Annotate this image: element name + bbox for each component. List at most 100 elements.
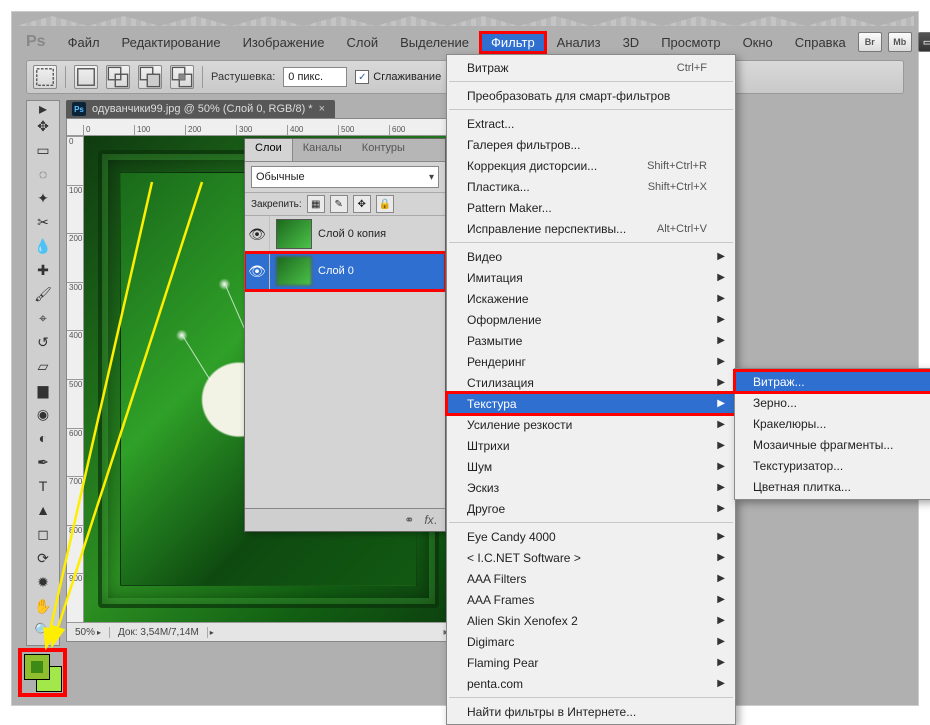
tool-marquee[interactable]: ▭: [31, 139, 55, 161]
layer-fx-icon[interactable]: fx.: [424, 513, 437, 527]
tool-preset-icon[interactable]: [33, 65, 57, 89]
blend-mode-select[interactable]: Обычные: [251, 166, 439, 188]
tool-blur[interactable]: ◉: [31, 403, 55, 425]
screen-mode-button[interactable]: ▭▾: [918, 32, 930, 52]
filter-item[interactable]: Имитация▶: [447, 267, 735, 288]
intersect-selection-icon[interactable]: [170, 65, 194, 89]
layer-name[interactable]: Слой 0: [318, 265, 354, 277]
submenu-item[interactable]: Кракелюры...: [735, 413, 930, 434]
filter-item[interactable]: Эскиз▶: [447, 477, 735, 498]
menu-редактирование[interactable]: Редактирование: [112, 33, 231, 52]
filter-item[interactable]: Размытие▶: [447, 330, 735, 351]
tool-dodge[interactable]: ◐: [31, 427, 55, 449]
submenu-item[interactable]: Цветная плитка...: [735, 476, 930, 497]
visibility-eye-icon[interactable]: 👁: [245, 253, 270, 289]
submenu-item[interactable]: Зерно...: [735, 392, 930, 413]
link-layers-icon[interactable]: ⚭: [404, 513, 414, 527]
visibility-eye-icon[interactable]: 👁: [245, 216, 270, 252]
filter-item[interactable]: Исправление перспективы...Alt+Ctrl+V: [447, 218, 735, 239]
filter-item[interactable]: AAA Filters▶: [447, 568, 735, 589]
antialias-checkbox[interactable]: ✓ Сглаживание: [355, 70, 441, 84]
tool-crop[interactable]: ✂: [31, 211, 55, 233]
zoom-level[interactable]: 50%▸: [67, 627, 110, 638]
filter-item[interactable]: Digimarc▶: [447, 631, 735, 652]
submenu-item[interactable]: Текстуризатор...: [735, 455, 930, 476]
layers-tab-2[interactable]: Контуры: [352, 139, 415, 161]
tool-eraser[interactable]: ▱: [31, 355, 55, 377]
filter-item[interactable]: Другое▶: [447, 498, 735, 519]
filter-item[interactable]: penta.com▶: [447, 673, 735, 694]
menu-фильтр[interactable]: Фильтр: [481, 33, 545, 52]
tool-zoom[interactable]: 🔍: [31, 619, 55, 641]
layer-row[interactable]: 👁 Слой 0 копия: [245, 216, 445, 253]
lock-all-icon[interactable]: 🔒: [376, 195, 394, 213]
filter-item[interactable]: Шум▶: [447, 456, 735, 477]
layer-thumbnail[interactable]: [276, 219, 312, 249]
filter-item[interactable]: Штрихи▶: [447, 435, 735, 456]
filter-item[interactable]: Flaming Pear▶: [447, 652, 735, 673]
filter-item[interactable]: < I.C.NET Software >▶: [447, 547, 735, 568]
toolbox-grip[interactable]: ▸: [31, 105, 55, 113]
menu-файл[interactable]: Файл: [58, 33, 110, 52]
menu-выделение[interactable]: Выделение: [390, 33, 479, 52]
tool-healing[interactable]: ✚: [31, 259, 55, 281]
filter-item[interactable]: Рендеринг▶: [447, 351, 735, 372]
tool-path-select[interactable]: ▲: [31, 499, 55, 521]
layers-tab-1[interactable]: Каналы: [293, 139, 352, 161]
filter-item[interactable]: Eye Candy 4000▶: [447, 526, 735, 547]
submenu-item[interactable]: Мозаичные фрагменты...: [735, 434, 930, 455]
filter-item[interactable]: Текстура▶: [447, 393, 735, 414]
filter-item[interactable]: Преобразовать для смарт-фильтров: [447, 85, 735, 106]
tool-eyedropper[interactable]: 💧: [31, 235, 55, 257]
tool-gradient[interactable]: ▆: [31, 379, 55, 401]
menu-3d[interactable]: 3D: [613, 33, 650, 52]
filter-item[interactable]: AAA Frames▶: [447, 589, 735, 610]
close-tab-icon[interactable]: ×: [319, 103, 325, 115]
filter-item[interactable]: Усиление резкости▶: [447, 414, 735, 435]
minibridge-button[interactable]: Mb: [888, 32, 912, 52]
tool-wand[interactable]: ✦: [31, 187, 55, 209]
new-selection-icon[interactable]: [74, 65, 98, 89]
document-tab[interactable]: Ps одуванчики99.jpg @ 50% (Слой 0, RGB/8…: [66, 100, 335, 118]
add-selection-icon[interactable]: [106, 65, 130, 89]
lock-position-icon[interactable]: ✥: [353, 195, 371, 213]
menu-анализ[interactable]: Анализ: [547, 33, 611, 52]
filter-item[interactable]: Пластика...Shift+Ctrl+X: [447, 176, 735, 197]
doc-size[interactable]: Док: 3,54M/7,14M: [110, 627, 208, 638]
menu-справка[interactable]: Справка: [785, 33, 856, 52]
layer-row[interactable]: 👁 Слой 0: [245, 253, 445, 290]
tool-3d-orbit[interactable]: ✹: [31, 571, 55, 593]
submenu-item[interactable]: Витраж...: [735, 371, 930, 392]
tool-3d-rotate[interactable]: ⟳: [31, 547, 55, 569]
tool-pen[interactable]: ✒: [31, 451, 55, 473]
tool-shape[interactable]: ◻: [31, 523, 55, 545]
foreground-color-swatch[interactable]: [24, 654, 50, 680]
tool-stamp[interactable]: ⌖: [31, 307, 55, 329]
menu-окно[interactable]: Окно: [733, 33, 783, 52]
tool-history-brush[interactable]: ↺: [31, 331, 55, 353]
lock-pixels-icon[interactable]: ✎: [330, 195, 348, 213]
filter-item[interactable]: Оформление▶: [447, 309, 735, 330]
filter-item[interactable]: Extract...: [447, 113, 735, 134]
tool-brush[interactable]: 🖌: [31, 283, 55, 305]
filter-item[interactable]: ВитражCtrl+F: [447, 57, 735, 78]
tool-hand[interactable]: ✋: [31, 595, 55, 617]
feather-input[interactable]: 0 пикс.: [283, 67, 347, 87]
layer-name[interactable]: Слой 0 копия: [318, 228, 386, 240]
filter-item[interactable]: Коррекция дисторсии...Shift+Ctrl+R: [447, 155, 735, 176]
filter-item[interactable]: Видео▶: [447, 246, 735, 267]
tool-type[interactable]: T: [31, 475, 55, 497]
menu-просмотр[interactable]: Просмотр: [651, 33, 730, 52]
layers-tab-0[interactable]: Слои: [245, 139, 293, 161]
color-swatches[interactable]: [20, 650, 65, 695]
tool-lasso[interactable]: ◌: [31, 163, 55, 185]
tool-move[interactable]: ✥: [31, 115, 55, 137]
bridge-button[interactable]: Br: [858, 32, 882, 52]
filter-item[interactable]: Alien Skin Xenofex 2▶: [447, 610, 735, 631]
lock-transparent-icon[interactable]: ▦: [307, 195, 325, 213]
layer-thumbnail[interactable]: [276, 256, 312, 286]
subtract-selection-icon[interactable]: [138, 65, 162, 89]
filter-item[interactable]: Найти фильтры в Интернете...: [447, 701, 735, 722]
menu-изображение[interactable]: Изображение: [233, 33, 335, 52]
filter-item[interactable]: Искажение▶: [447, 288, 735, 309]
